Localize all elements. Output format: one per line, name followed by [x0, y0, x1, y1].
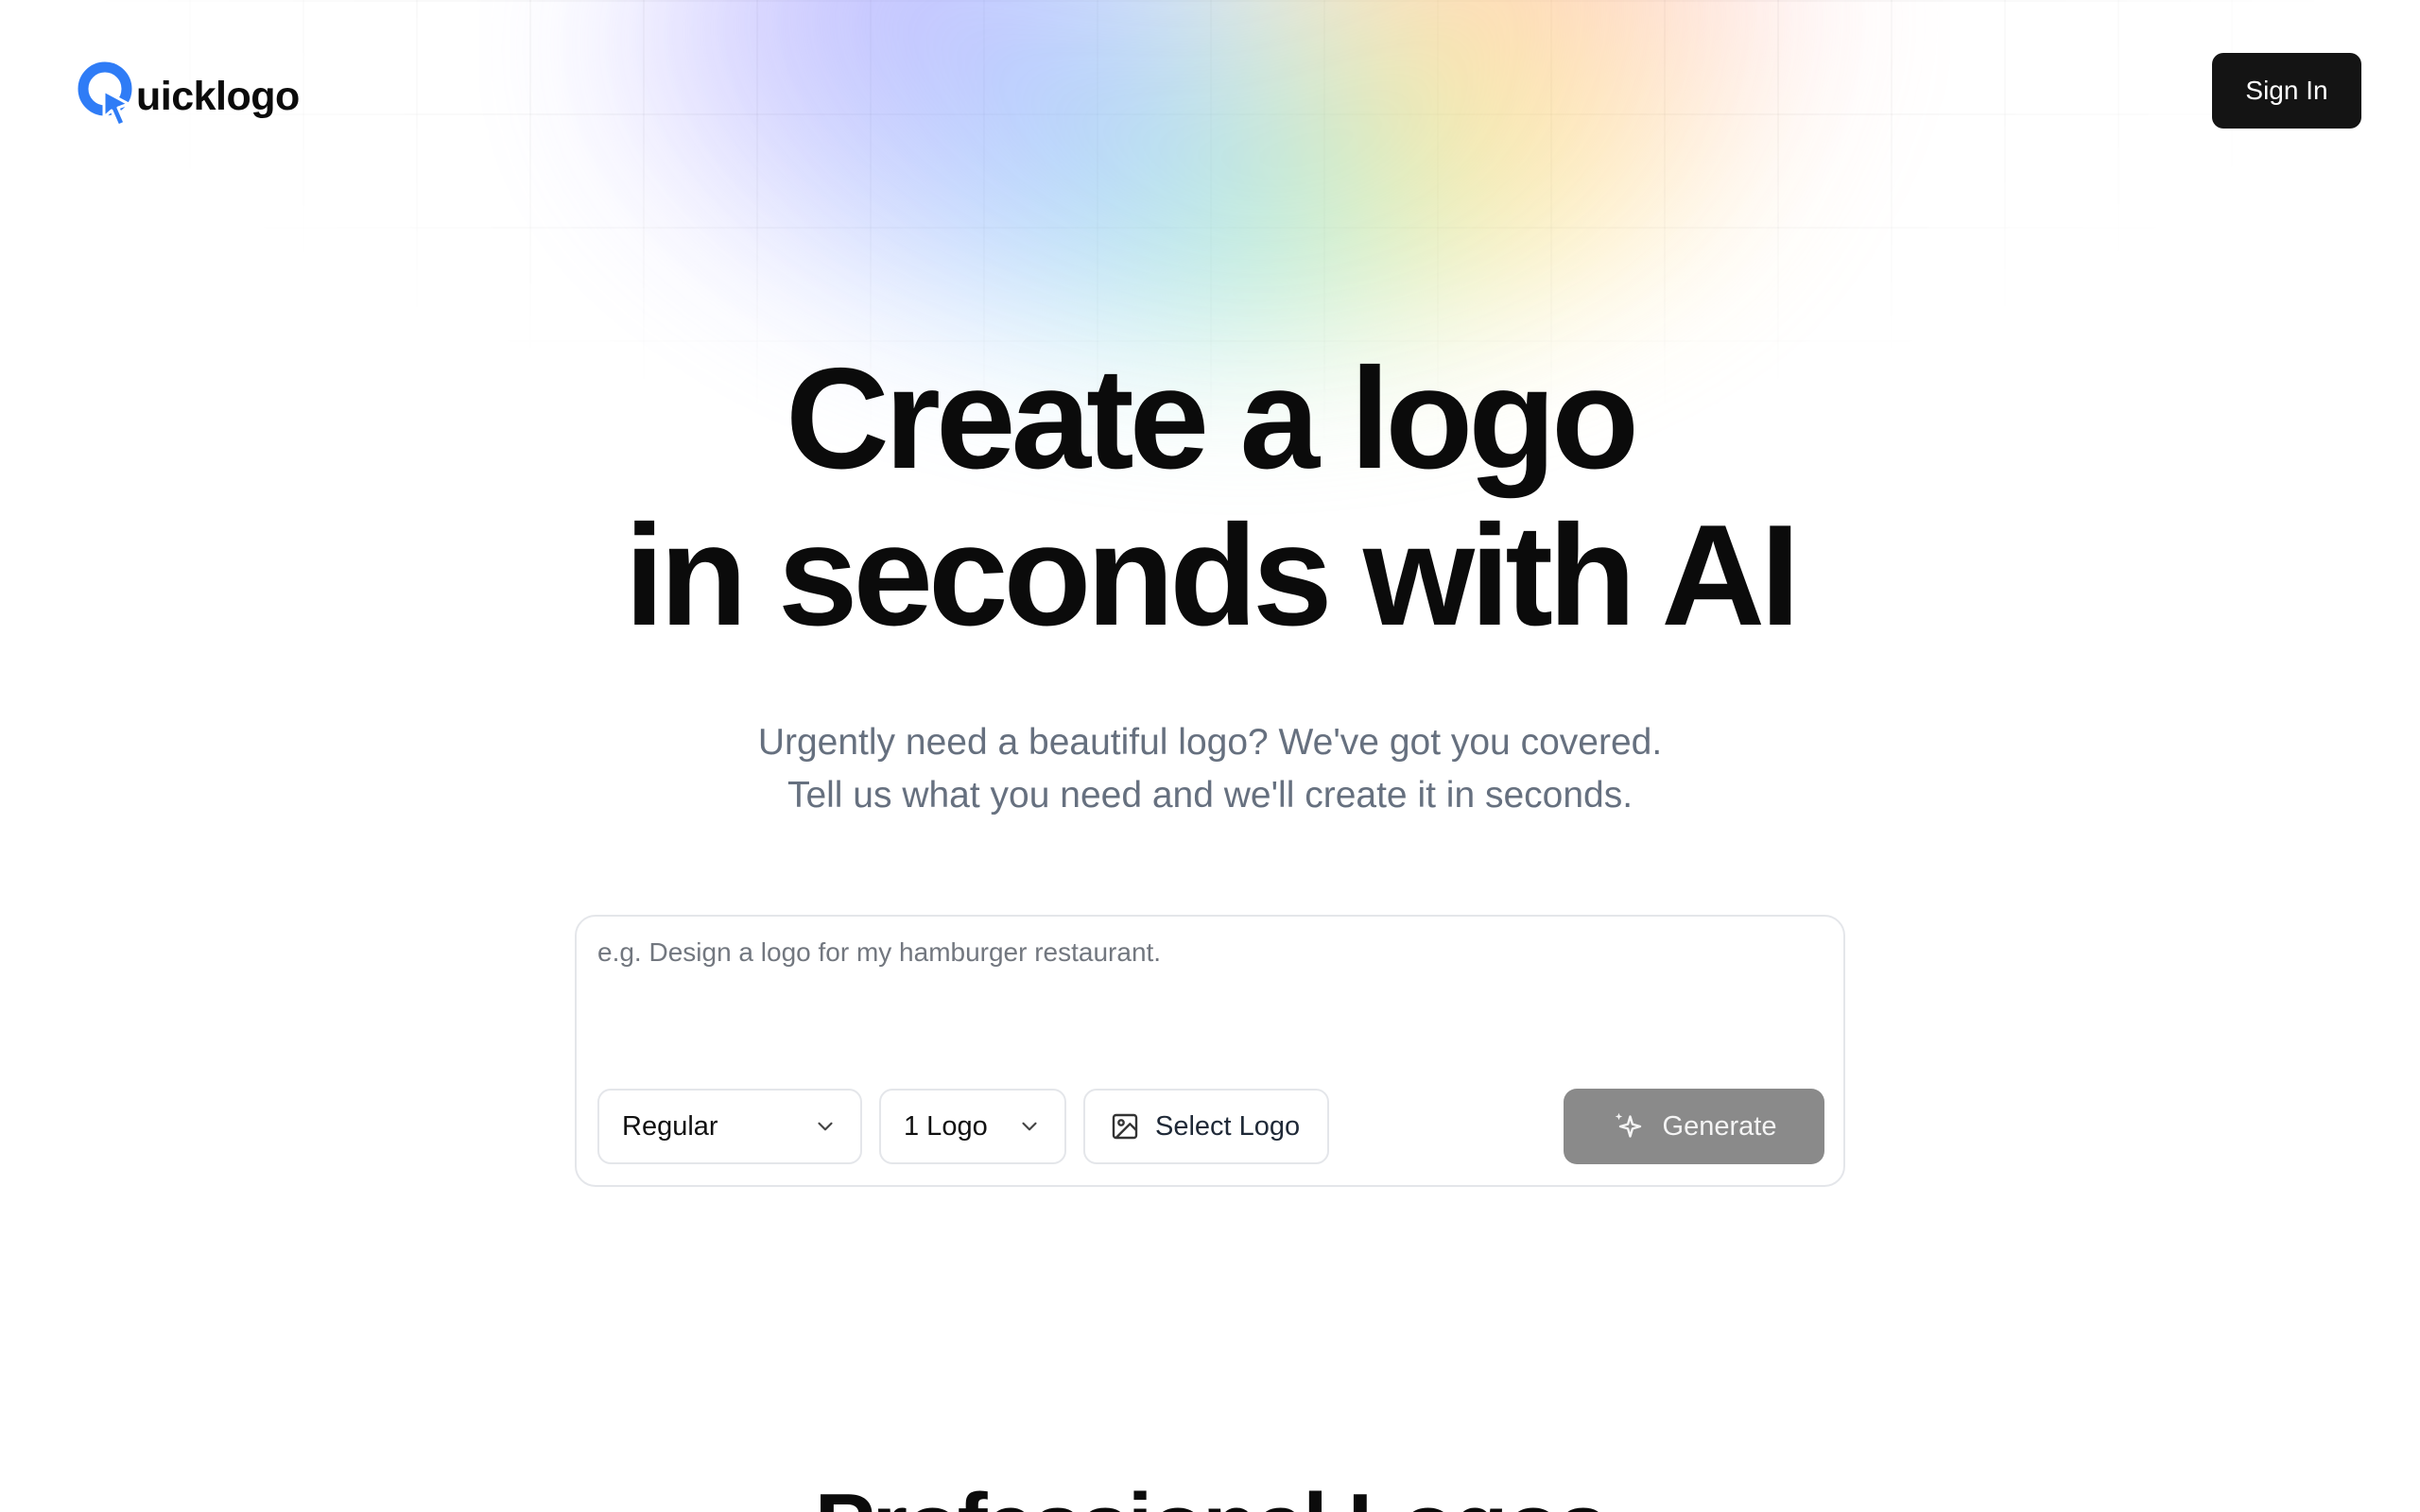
generate-button[interactable]: Generate: [1564, 1089, 1824, 1164]
hero-subtitle: Urgently need a beautiful logo? We've go…: [0, 716, 2420, 822]
section-heading: Professional Logos: [0, 1474, 2420, 1512]
chevron-down-icon: [1022, 1122, 1037, 1131]
hero-subtitle-line-2: Tell us what you need and we'll create i…: [786, 775, 1634, 816]
logo-count-select[interactable]: 1 Logo: [879, 1089, 1066, 1164]
hero-subtitle-line-1: Urgently need a beautiful logo? We've go…: [757, 722, 1663, 763]
generate-label: Generate: [1662, 1110, 1777, 1142]
select-logo-button[interactable]: Select Logo: [1083, 1089, 1329, 1164]
brand-logo[interactable]: uicklogo: [76, 59, 300, 129]
image-icon: [1112, 1113, 1138, 1140]
select-logo-label: Select Logo: [1155, 1110, 1301, 1142]
landing-page: uicklogo Sign In Create a logo in second…: [0, 0, 2420, 1512]
prompt-card: Regular 1 Logo Select Logo Gen: [575, 915, 1845, 1187]
logo-prompt-input[interactable]: [597, 934, 1823, 1057]
logo-count-value: 1 Logo: [904, 1110, 988, 1142]
chevron-down-icon: [818, 1122, 833, 1131]
style-select[interactable]: Regular: [597, 1089, 862, 1164]
brand-name: uicklogo: [136, 73, 300, 119]
sign-in-button[interactable]: Sign In: [2212, 53, 2361, 129]
sparkle-icon: [1615, 1112, 1641, 1138]
style-select-value: Regular: [622, 1110, 718, 1142]
q-cursor-logo-icon: [78, 61, 132, 128]
hero-title-line-1: Create a logo: [786, 338, 1639, 499]
hero-title: Create a logo in seconds with AI: [0, 340, 2420, 654]
hero-title-line-2: in seconds with AI: [624, 495, 1801, 656]
